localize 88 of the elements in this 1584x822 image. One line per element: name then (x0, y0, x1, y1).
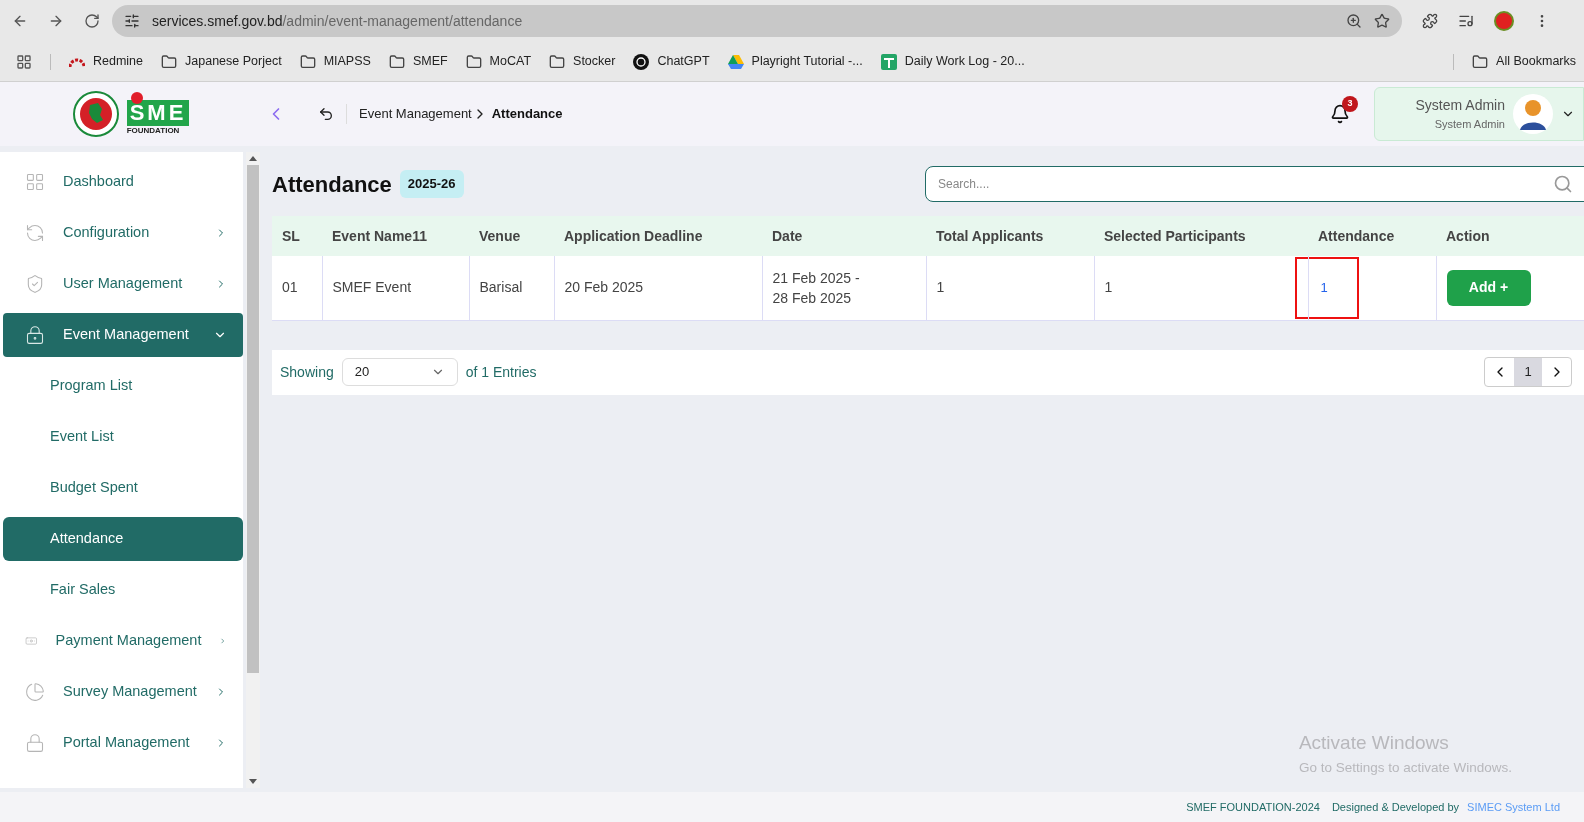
avatar (1513, 94, 1553, 134)
table-cell: 21 Feb 2025 - 28 Feb 2025 (762, 256, 926, 320)
breadcrumb-current: Attendance (491, 105, 563, 124)
column-header: Event Name11 (322, 216, 469, 256)
extensions-icon[interactable] (1422, 13, 1438, 29)
bookmark-star-icon[interactable] (1374, 13, 1390, 29)
column-header: Date (762, 216, 926, 256)
menu-item-icon (25, 681, 45, 702)
table-cell: 1 (1094, 256, 1308, 320)
column-header: Venue (469, 216, 554, 256)
bookmark-link[interactable]: Daily Work Log - 20... (880, 52, 1025, 71)
folder-icon (161, 53, 178, 70)
column-header: SL (272, 216, 322, 256)
user-role: System Admin (1434, 117, 1505, 133)
column-header: Application Deadline (554, 216, 762, 256)
reload-icon[interactable] (84, 13, 100, 29)
apps-icon[interactable] (16, 53, 32, 70)
page-button[interactable]: 1 (1514, 358, 1542, 386)
bookmark-link[interactable]: Playright Tutorial -... (727, 52, 863, 71)
submenu-item[interactable]: Event List (3, 414, 243, 459)
menu-item-icon (25, 732, 45, 753)
sidebar-item[interactable]: Event Management (3, 312, 243, 357)
bookmark-link[interactable]: ChatGPT (633, 52, 710, 71)
page-title: Attendance (272, 170, 392, 199)
chatgpt-icon (633, 53, 650, 70)
sidebar-item[interactable]: Payment Management (3, 618, 243, 663)
bookmark-link[interactable]: SMEF (388, 52, 448, 71)
sme-logo: SME FOUNDATION (126, 92, 190, 136)
folder-icon (465, 53, 482, 70)
bookmark-link[interactable]: Stocker (549, 52, 616, 71)
table-cell: SMEF Event (322, 256, 469, 320)
credit-text: Designed & Developed by (1331, 799, 1460, 815)
menu-item-icon (25, 324, 45, 345)
attendance-link[interactable]: 1 (1294, 256, 1359, 319)
site-info-icon[interactable] (124, 13, 140, 29)
notification-badge: 3 (1342, 96, 1358, 112)
column-header: Total Applicants (926, 216, 1094, 256)
menu-item-icon (25, 222, 45, 243)
drive-icon (727, 54, 744, 69)
notification-icon[interactable] (1330, 104, 1350, 124)
search-icon[interactable] (1553, 174, 1573, 194)
bookmark-link[interactable]: MIAPSS (299, 52, 371, 71)
user-name: System Admin (1415, 96, 1505, 116)
search-field[interactable]: Search.... (925, 166, 1584, 202)
bookmark-link[interactable]: Redmine (69, 52, 144, 71)
table-cell: Barisal (469, 256, 554, 320)
sidebar-scrollbar[interactable] (246, 152, 260, 788)
back-icon[interactable] (12, 13, 28, 29)
column-header: Action (1436, 216, 1584, 256)
profile-avatar[interactable] (1494, 11, 1514, 31)
copyright-text: SMEF FOUNDATION-2024 (1186, 799, 1320, 815)
media-icon[interactable] (1458, 13, 1474, 29)
table-cell: 01 (272, 256, 322, 320)
all-bookmarks-link[interactable]: All Bookmarks (1472, 52, 1576, 71)
page-size-select[interactable]: 20 (341, 358, 458, 386)
sidebar-item[interactable]: Dashboard (3, 159, 243, 204)
sheets-icon (880, 53, 897, 70)
user-menu[interactable]: System Admin System Admin (1374, 87, 1584, 141)
year-badge: 2025-26 (399, 170, 464, 198)
folder-icon (299, 53, 316, 70)
zoom-icon[interactable] (1346, 13, 1362, 29)
menu-item-icon (25, 171, 45, 192)
undo-icon[interactable] (318, 106, 334, 122)
sidebar-item[interactable]: Survey Management (3, 669, 243, 714)
submenu-item[interactable]: Program List (3, 363, 243, 408)
emblem-logo (72, 91, 119, 137)
folder-icon (1472, 53, 1489, 70)
bookmark-link[interactable]: Japanese Porject (161, 52, 282, 71)
column-header: Selected Participants (1094, 216, 1308, 256)
table-cell: 1 (926, 256, 1094, 320)
column-header: Attendance (1308, 216, 1436, 256)
sidebar-item[interactable]: Portal Management (3, 720, 243, 765)
bookmark-link[interactable]: MoCAT (465, 52, 532, 71)
folder-icon (549, 53, 566, 70)
entries-label: of 1 Entries (465, 362, 537, 382)
submenu-item[interactable]: Fair Sales (3, 567, 243, 612)
submenu-item[interactable]: Attendance (3, 516, 243, 561)
url-text: services.smef.gov.bd/admin/event-management/attendance (152, 11, 523, 31)
table-cell: 20 Feb 2025 (554, 256, 762, 320)
folder-icon (388, 53, 405, 70)
forward-icon[interactable] (48, 13, 64, 29)
submenu-item[interactable]: Budget Spent (3, 465, 243, 510)
sidebar-item[interactable]: Configuration (3, 210, 243, 255)
address-bar[interactable]: services.smef.gov.bd/admin/event-management/attendance (112, 5, 1402, 37)
showing-label: Showing (280, 362, 334, 382)
breadcrumb-link[interactable]: Event Management (359, 104, 472, 124)
menu-item-icon (25, 273, 45, 294)
sidebar-item[interactable]: User Management (3, 261, 243, 306)
